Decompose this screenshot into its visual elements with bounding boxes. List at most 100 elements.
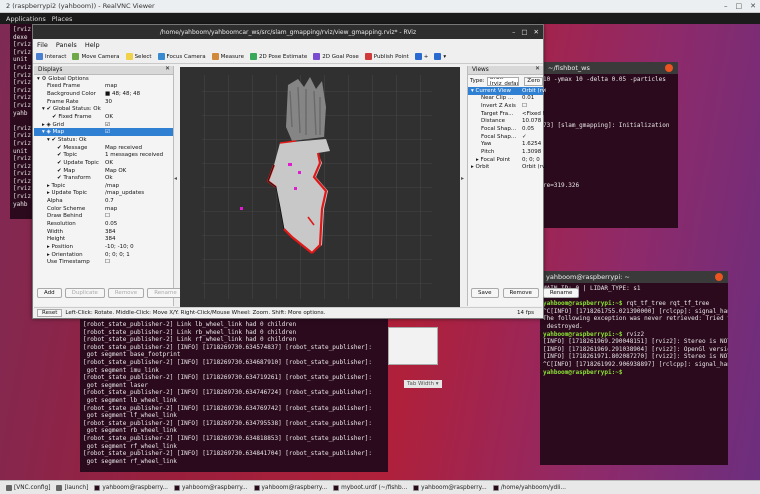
views-tree-row[interactable]: Yaw 1.6254: [468, 140, 543, 148]
property-value[interactable]: 1.6254: [522, 141, 546, 147]
3d-viewport[interactable]: [180, 67, 460, 307]
property-value[interactable]: ■ 48; 48; 48: [105, 91, 173, 97]
displays-tree-row[interactable]: ▸ Position -10; -10; 0: [34, 243, 173, 251]
property-value[interactable]: Orbit (rviz): [522, 88, 546, 94]
displays-tree-row[interactable]: ✔ Map Map OK: [34, 167, 173, 175]
views-tree[interactable]: ▾ Current View Orbit (rviz) Near Clip ... 0…: [468, 87, 546, 171]
maximize-icon[interactable]: □: [521, 28, 527, 36]
views-zero-button[interactable]: Zero: [524, 76, 543, 86]
property-value[interactable]: ☐: [105, 259, 173, 265]
close-icon[interactable]: ✕: [535, 66, 540, 72]
views-tree-row[interactable]: ▸ Orbit Orbit (rviz): [468, 163, 546, 171]
tool-4[interactable]: Measure: [211, 53, 244, 60]
tool-3[interactable]: Focus Camera: [157, 53, 206, 60]
property-value[interactable]: /map_updates: [105, 190, 173, 196]
close-icon[interactable]: ✕: [534, 28, 539, 36]
property-value[interactable]: 384: [105, 236, 173, 242]
views-tree-row[interactable]: Invert Z Axis ☐: [468, 102, 543, 110]
menu-panels[interactable]: Panels: [56, 41, 77, 49]
taskbar-item[interactable]: /home/yahboom/ydli...: [492, 484, 566, 491]
views-tree-row[interactable]: Focal Shap... ✓: [468, 133, 543, 141]
tool-2[interactable]: Select: [125, 53, 152, 60]
property-value[interactable]: 1 messages received: [105, 152, 173, 158]
tool-6[interactable]: 2D Goal Pose: [313, 53, 359, 60]
rviz-window[interactable]: /home/yahboom/yahboomcar_ws/src/slam_gma…: [32, 24, 580, 319]
property-value[interactable]: ☐: [522, 103, 546, 109]
displays-tree-row[interactable]: ▸ Update Topic/map_updates: [34, 190, 173, 198]
displays-tree-row[interactable]: Background Color ■ 48; 48; 48: [34, 90, 173, 98]
taskbar-item[interactable]: [VNC.config]: [6, 484, 50, 491]
taskbar-item[interactable]: myboot.urdf (~/fishb...: [333, 484, 407, 491]
displays-tree-row[interactable]: Use Timestamp ☐: [34, 258, 173, 266]
property-value[interactable]: 0; 0; 0; 1: [105, 252, 173, 258]
property-value[interactable]: map: [105, 206, 173, 212]
displays-tree-row[interactable]: ▾ ✔ Global Status: Ok: [34, 106, 173, 114]
maximize-button[interactable]: □: [736, 2, 743, 10]
property-value[interactable]: -10; -10; 0: [105, 244, 173, 250]
views-type-select[interactable]: Orbit (rviz_defau: [486, 76, 520, 86]
menu-help[interactable]: Help: [85, 41, 100, 49]
property-value[interactable]: OK: [105, 114, 173, 120]
panel-collapse-left[interactable]: ◂: [174, 175, 177, 182]
displays-tree-row[interactable]: Color Scheme map: [34, 205, 173, 213]
minimize-icon[interactable]: –: [512, 28, 515, 36]
property-value[interactable]: Orbit (rviz): [522, 164, 546, 170]
displays-tree-row[interactable]: Frame Rate 30: [34, 98, 173, 106]
property-value[interactable]: OK: [105, 160, 173, 166]
terminal-left[interactable]: [rviz dexe [rviz [rviz unit [rviz [rviz [rviz [r…: [10, 24, 34, 219]
displays-tree-row[interactable]: Fixed Frame map: [34, 83, 173, 91]
displays-tree-row[interactable]: ▾ ⚙ Global Options: [34, 75, 173, 83]
displays-tree-row[interactable]: ▸ ◈ Grid ☑: [34, 121, 173, 129]
property-value[interactable]: /map: [105, 183, 173, 189]
rename-view-button[interactable]: Rename: [542, 288, 580, 298]
taskbar-item[interactable]: yahboom@raspberry...: [413, 484, 487, 491]
property-value[interactable]: <Fixed Frame>: [522, 111, 546, 117]
property-value[interactable]: ☐: [105, 213, 173, 219]
displays-tree-row[interactable]: ✔ Topic 1 messages received: [34, 151, 173, 159]
displays-tree-row[interactable]: ✔ Message Map received: [34, 144, 173, 152]
close-icon[interactable]: ✕: [165, 66, 170, 72]
panel-collapse-right[interactable]: ▸: [461, 175, 464, 182]
displays-tree[interactable]: ▾ ⚙ Global Options Fixed Frame map Backgrou…: [34, 75, 173, 266]
views-tree-row[interactable]: Pitch 1.3098: [468, 148, 543, 156]
views-tree-row[interactable]: ▸ Focal Point 0; 0; 0: [468, 156, 543, 164]
duplicate-display-button[interactable]: Duplicate: [64, 288, 105, 298]
property-value[interactable]: 0; 0; 0: [522, 157, 546, 163]
displays-tree-row[interactable]: ▾ ✔ Status: Ok: [34, 136, 173, 144]
remove-view-button[interactable]: Remove: [502, 288, 539, 298]
property-value[interactable]: 0.7: [105, 198, 173, 204]
displays-tree-row[interactable]: Width 384: [34, 228, 173, 236]
taskbar-item[interactable]: yahboom@raspberry...: [94, 484, 168, 491]
property-value[interactable]: ☑: [105, 129, 173, 135]
property-value[interactable]: 1.3098: [522, 149, 546, 155]
add-display-button[interactable]: Add: [37, 288, 62, 298]
displays-tree-row[interactable]: Resolution 0.05: [34, 220, 173, 228]
reset-button[interactable]: Reset: [37, 308, 63, 317]
menu-file[interactable]: File: [37, 41, 48, 49]
views-tree-row[interactable]: Distance 10.078: [468, 118, 543, 126]
rename-display-button[interactable]: Rename: [147, 288, 184, 298]
property-value[interactable]: ✓: [522, 134, 546, 140]
taskbar-item[interactable]: [launch]: [56, 484, 88, 491]
terminal-top-right[interactable]: ~/fishbot_ws 10 -ymax 10 -delta 0.05 -pa…: [540, 62, 678, 228]
terminal-bottom[interactable]: [robot_state_publisher-2] Link lb_wheel_…: [80, 319, 388, 472]
tool-9[interactable]: ▾: [434, 53, 446, 60]
minimize-button[interactable]: –: [724, 2, 728, 10]
views-tree-row[interactable]: Focal Shap... 0.05: [468, 125, 543, 133]
close-button[interactable]: ✕: [750, 2, 756, 10]
tool-8[interactable]: +: [414, 53, 428, 60]
taskbar-item[interactable]: yahboom@raspberry...: [253, 484, 327, 491]
close-icon[interactable]: [665, 64, 673, 72]
displays-tree-row[interactable]: ▸ Orientation 0; 0; 0; 1: [34, 251, 173, 259]
property-value[interactable]: 0.01: [522, 95, 546, 101]
displays-tree-row[interactable]: ▸ Topic/map: [34, 182, 173, 190]
property-value[interactable]: 384: [105, 229, 173, 235]
places-menu[interactable]: Places: [52, 15, 73, 23]
displays-tree-row[interactable]: ▾ ◈ Map ☑: [34, 128, 173, 137]
property-value[interactable]: map: [105, 83, 173, 89]
tool-0[interactable]: Interact: [36, 53, 66, 60]
views-tree-row[interactable]: Near Clip ... 0.01: [468, 95, 543, 103]
save-view-button[interactable]: Save: [471, 288, 499, 298]
displays-tree-row[interactable]: Draw Behind ☐: [34, 213, 173, 221]
tool-7[interactable]: Publish Point: [364, 53, 409, 60]
